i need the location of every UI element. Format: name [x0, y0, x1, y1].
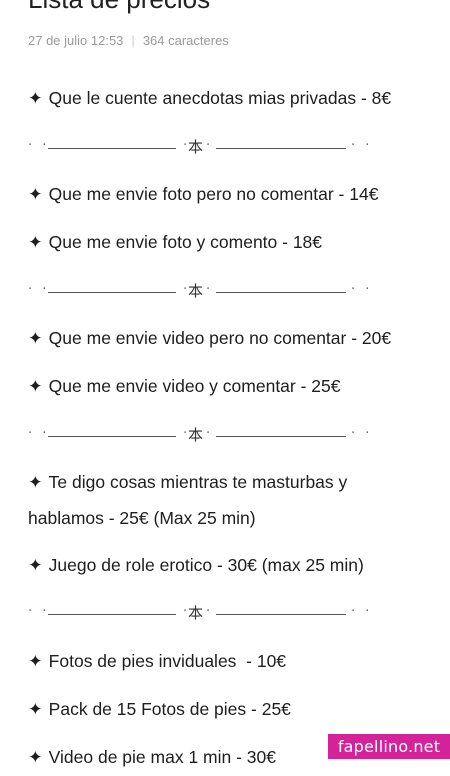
- divider-line-right: [216, 436, 346, 437]
- price-item-text: Fotos de pies inviduales - 10€: [48, 651, 287, 671]
- divider-dot-left: ·: [183, 426, 188, 441]
- divider-line-left: [48, 292, 176, 293]
- watermark-badge: fapellino.net: [328, 734, 450, 759]
- divider-dot-left: ·: [183, 282, 188, 297]
- char-count: 364 caracteres: [142, 33, 229, 48]
- divider-ornament-icon: 本: [188, 426, 204, 444]
- price-item-text: Que me envie foto y comento - 18€: [48, 232, 323, 252]
- divider: · · · 本 · · ·: [28, 604, 378, 624]
- star-icon: ✦: [28, 748, 43, 768]
- price-item-text: Que me envie video y comentar - 25€: [48, 376, 341, 396]
- price-item-text: Que me envie foto pero no comentar - 14€: [48, 184, 379, 204]
- divider-dot-left: ·: [183, 138, 188, 153]
- divider-dots-right: · ·: [351, 282, 373, 297]
- divider-line-left: [48, 436, 176, 437]
- divider-dots-left: · ·: [28, 426, 50, 441]
- divider-dot-right: ·: [206, 282, 211, 297]
- divider-line-left: [48, 614, 176, 615]
- divider-line-right: [216, 148, 346, 149]
- divider-ornament-icon: 本: [188, 138, 204, 156]
- divider-line-right: [216, 292, 346, 293]
- price-item-text: Video de pie max 1 min - 30€: [48, 747, 276, 767]
- divider-dot-right: ·: [206, 138, 211, 153]
- price-item-text: Pack de 15 Fotos de pies - 25€: [48, 699, 291, 719]
- star-icon: ✦: [28, 700, 43, 720]
- divider-dot-right: ·: [206, 426, 211, 441]
- star-icon: ✦: [28, 233, 43, 253]
- note-title: Lista de precios: [28, 0, 210, 15]
- price-item: ✦ Que me envie foto y comento - 18€: [28, 225, 430, 261]
- price-item: ✦ Pack de 15 Fotos de pies - 25€: [28, 692, 430, 728]
- price-item: ✦ Que me envie video y comentar - 25€: [28, 369, 430, 405]
- star-icon: ✦: [28, 329, 43, 349]
- price-item: ✦ Te digo cosas mientras te masturbas y h…: [28, 465, 388, 536]
- price-item-text: Juego de role erotico - 30€ (max 25 min): [48, 555, 364, 575]
- divider-dots-left: · ·: [28, 604, 50, 619]
- divider-dots-right: · ·: [351, 426, 373, 441]
- star-icon: ✦: [28, 89, 43, 109]
- star-icon: ✦: [28, 556, 43, 576]
- divider-dot-left: ·: [183, 604, 188, 619]
- divider: · · · 本 · · ·: [28, 138, 378, 158]
- star-icon: ✦: [28, 652, 43, 672]
- meta-separator: |: [131, 33, 135, 48]
- price-item: ✦ Fotos de pies inviduales - 10€: [28, 644, 430, 680]
- note-meta: 27 de julio 12:53 | 364 caracteres: [28, 33, 229, 48]
- divider-dot-right: ·: [206, 604, 211, 619]
- divider-dots-left: · ·: [28, 138, 50, 153]
- price-item-text: Que le cuente anecdotas mias privadas - …: [48, 88, 392, 108]
- price-item: ✦ Que me envie foto pero no comentar - 14…: [28, 177, 430, 213]
- divider-line-right: [216, 614, 346, 615]
- divider-dots-right: · ·: [351, 604, 373, 619]
- note-date: 27 de julio 12:53: [28, 33, 124, 48]
- divider: · · · 本 · · ·: [28, 426, 378, 446]
- price-item: ✦ Que me envie video pero no comentar - 2…: [28, 321, 430, 357]
- divider-dots-right: · ·: [351, 138, 373, 153]
- price-item: ✦ Juego de role erotico - 30€ (max 25 min…: [28, 548, 430, 584]
- price-item-text: Que me envie video pero no comentar - 20…: [48, 328, 392, 348]
- price-item-text: Te digo cosas mientras te masturbas y ha…: [28, 472, 348, 528]
- divider-ornament-icon: 本: [188, 604, 204, 622]
- star-icon: ✦: [28, 185, 43, 205]
- divider-ornament-icon: 本: [188, 282, 204, 300]
- divider: · · · 本 · · ·: [28, 282, 378, 302]
- price-item: ✦ Que le cuente anecdotas mias privadas -…: [28, 81, 430, 117]
- star-icon: ✦: [28, 377, 43, 397]
- divider-line-left: [48, 148, 176, 149]
- star-icon: ✦: [28, 473, 43, 493]
- divider-dots-left: · ·: [28, 282, 50, 297]
